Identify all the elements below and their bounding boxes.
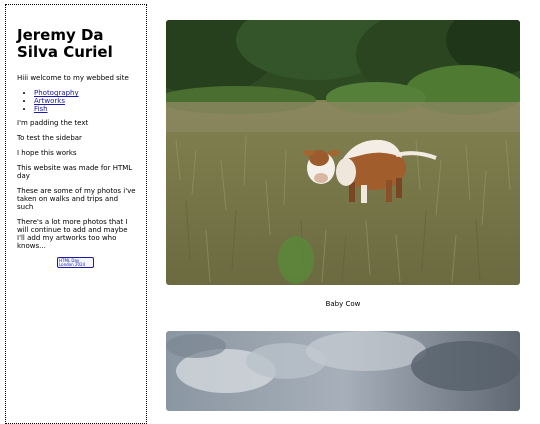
nav-item-artworks: Artworks (34, 97, 136, 105)
nav-list: Photography Artworks Fish (17, 89, 136, 113)
badge-line-2: London 2024 (59, 262, 86, 267)
html-day-badge[interactable]: HTML Day London 2024 (57, 257, 94, 268)
sidebar: Jeremy Da Silva Curiel Hiii welcome to m… (5, 4, 147, 424)
nav-item-fish: Fish (34, 105, 136, 113)
sidebar-paragraph: These are some of my photos i've taken o… (17, 187, 136, 211)
nav-link-artworks[interactable]: Artworks (34, 97, 65, 105)
sidebar-paragraph: There's a lot more photos that I will co… (17, 218, 128, 250)
welcome-text: Hiii welcome to my webbed site (17, 74, 129, 82)
site-title: Jeremy Da Silva Curiel (17, 26, 113, 61)
photo-baby-cow[interactable] (166, 20, 520, 285)
photo-caption: Baby Cow (325, 300, 361, 308)
sidebar-paragraph: To test the sidebar (17, 134, 82, 142)
nav-link-fish[interactable]: Fish (34, 105, 48, 113)
nav-item-photography: Photography (34, 89, 136, 97)
photo-sky[interactable] (166, 331, 520, 411)
gallery: Baby Cow (166, 20, 520, 308)
sidebar-paragraph: This website was made for HTML day (17, 164, 133, 180)
sidebar-paragraph: I hope this works (17, 149, 77, 157)
sidebar-paragraph: I'm padding the text (17, 119, 89, 127)
nav-link-photography[interactable]: Photography (34, 89, 79, 97)
